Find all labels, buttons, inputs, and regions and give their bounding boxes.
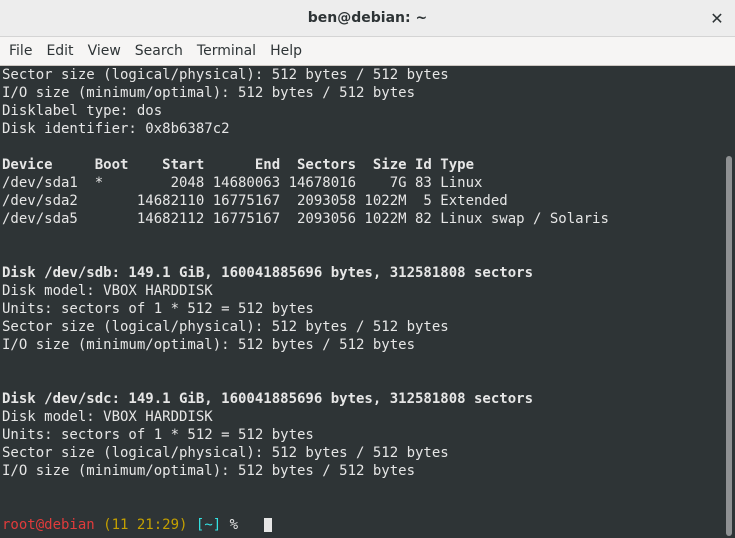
prompt-time: (11 21:29) — [103, 517, 188, 533]
menu-edit[interactable]: Edit — [39, 37, 80, 66]
partition-row: /dev/sda5 14682112 16775167 2093056 1022… — [2, 211, 609, 227]
terminal-output[interactable]: Sector size (logical/physical): 512 byte… — [0, 66, 723, 538]
output-line: Sector size (logical/physical): 512 byte… — [2, 445, 449, 461]
output-line: Disklabel type: dos — [2, 103, 163, 119]
menu-search[interactable]: Search — [128, 37, 190, 66]
output-line: I/O size (minimum/optimal): 512 bytes / … — [2, 85, 416, 101]
window-title: ben@debian: ~ — [307, 10, 428, 26]
scrollbar-thumb[interactable] — [726, 156, 732, 536]
close-icon: ✕ — [710, 8, 724, 28]
title-bar[interactable]: ben@debian: ~ ✕ — [0, 0, 735, 37]
text-cursor — [264, 518, 272, 532]
output-line: Disk model: VBOX HARDDISK — [2, 409, 213, 425]
shell-prompt: root@debian (11 21:29) [~] % — [2, 516, 238, 534]
menu-help[interactable]: Help — [263, 37, 309, 66]
disk-header: Disk /dev/sdc: 149.1 GiB, 160041885696 b… — [2, 391, 534, 407]
output-line: Sector size (logical/physical): 512 byte… — [2, 319, 449, 335]
output-line: Units: sectors of 1 * 512 = 512 bytes — [2, 301, 314, 317]
partition-row: /dev/sda1 * 2048 14680063 14678016 7G 83… — [2, 175, 483, 191]
partition-row: /dev/sda2 14682110 16775167 2093058 1022… — [2, 193, 508, 209]
prompt-symbol: % — [229, 517, 239, 533]
prompt-user-host: root@debian — [2, 517, 95, 533]
menu-terminal[interactable]: Terminal — [190, 37, 263, 66]
output-line: I/O size (minimum/optimal): 512 bytes / … — [2, 463, 416, 479]
output-line: Units: sectors of 1 * 512 = 512 bytes — [2, 427, 314, 443]
output-line: Sector size (logical/physical): 512 byte… — [2, 67, 449, 83]
output-line: Disk identifier: 0x8b6387c2 — [2, 121, 230, 137]
menu-file[interactable]: File — [2, 37, 39, 66]
terminal-window: ben@debian: ~ ✕ File Edit View Search Te… — [0, 0, 735, 538]
output-line: Disk model: VBOX HARDDISK — [2, 283, 213, 299]
disk-header: Disk /dev/sdb: 149.1 GiB, 160041885696 b… — [2, 265, 534, 281]
output-line: I/O size (minimum/optimal): 512 bytes / … — [2, 337, 416, 353]
prompt-cwd: [~] — [195, 517, 222, 533]
menu-view[interactable]: View — [81, 37, 128, 66]
menu-bar: File Edit View Search Terminal Help — [0, 37, 735, 66]
partition-table-header: Device Boot Start End Sectors Size Id Ty… — [2, 157, 475, 173]
close-button[interactable]: ✕ — [705, 6, 729, 30]
vertical-scrollbar[interactable] — [723, 66, 735, 538]
